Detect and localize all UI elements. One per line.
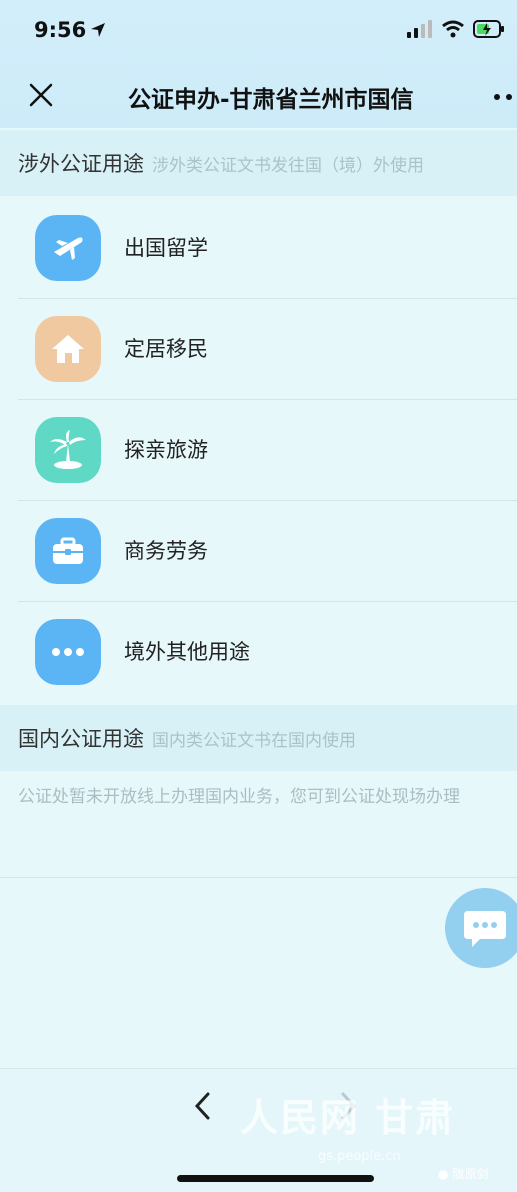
dot bbox=[494, 94, 500, 100]
home-indicator[interactable] bbox=[177, 1175, 374, 1182]
section-title: 涉外公证用途 bbox=[18, 152, 144, 176]
back-button[interactable] bbox=[191, 1091, 213, 1125]
divider bbox=[0, 877, 517, 878]
top-header: 9:56 公证申办-甘肃省兰州市国信 bbox=[0, 0, 517, 128]
item-label: 探亲旅游 bbox=[124, 438, 208, 462]
purpose-list: 出国留学 定居移民 探亲旅游 商务劳务 境外其他用途 bbox=[0, 198, 517, 703]
foreign-section-header: 涉外公证用途 涉外类公证文书发往国（境）外使用 bbox=[0, 130, 517, 196]
list-item-other[interactable]: 境外其他用途 bbox=[0, 602, 517, 703]
house-icon bbox=[35, 316, 101, 382]
watermark: 人民网 甘肃 bbox=[240, 1095, 456, 1140]
chat-bubble-icon bbox=[464, 911, 506, 947]
palm-tree-icon bbox=[35, 417, 101, 483]
domestic-section-header: 国内公证用途 国内类公证文书在国内使用 bbox=[0, 705, 517, 771]
item-label: 商务劳务 bbox=[124, 539, 208, 563]
dot bbox=[506, 94, 512, 100]
battery-icon bbox=[473, 20, 504, 38]
list-item-immigration[interactable]: 定居移民 bbox=[0, 299, 517, 400]
section-subtitle: 涉外类公证文书发往国（境）外使用 bbox=[152, 155, 424, 176]
page-title: 公证申办-甘肃省兰州市国信 bbox=[128, 87, 414, 113]
chat-button[interactable] bbox=[445, 888, 517, 968]
bottom-toolbar: 人民网 甘肃 gs.people.cn ● 陇原剑 bbox=[0, 1068, 517, 1192]
item-label: 境外其他用途 bbox=[124, 640, 250, 664]
close-icon bbox=[29, 83, 53, 107]
nav-bar: 公证申办-甘肃省兰州市国信 bbox=[0, 72, 517, 122]
close-button[interactable] bbox=[26, 80, 56, 110]
section-title: 国内公证用途 bbox=[18, 727, 144, 751]
list-item-family-travel[interactable]: 探亲旅游 bbox=[0, 400, 517, 501]
more-options-button[interactable] bbox=[494, 94, 517, 100]
wechat-account: 陇原剑 bbox=[452, 1167, 489, 1181]
domestic-notice: 公证处暂未开放线上办理国内业务，您可到公证处现场办理 bbox=[18, 787, 460, 807]
list-item-study-abroad[interactable]: 出国留学 bbox=[0, 198, 517, 299]
more-dots-icon bbox=[35, 619, 101, 685]
item-label: 定居移民 bbox=[124, 337, 208, 361]
location-arrow-icon bbox=[90, 22, 106, 42]
status-time: 9:56 bbox=[34, 18, 87, 42]
chevron-left-icon bbox=[194, 1092, 210, 1120]
watermark-url: gs.people.cn bbox=[318, 1149, 401, 1164]
status-icons bbox=[407, 20, 505, 38]
list-item-business[interactable]: 商务劳务 bbox=[0, 501, 517, 602]
item-label: 出国留学 bbox=[124, 236, 208, 260]
section-subtitle: 国内类公证文书在国内使用 bbox=[152, 730, 356, 751]
airplane-icon bbox=[35, 215, 101, 281]
briefcase-icon bbox=[35, 518, 101, 584]
wechat-icon: ● bbox=[438, 1166, 449, 1181]
signal-icon bbox=[407, 20, 432, 38]
wifi-icon bbox=[442, 20, 464, 38]
wechat-tag: ● 陇原剑 bbox=[438, 1165, 489, 1182]
